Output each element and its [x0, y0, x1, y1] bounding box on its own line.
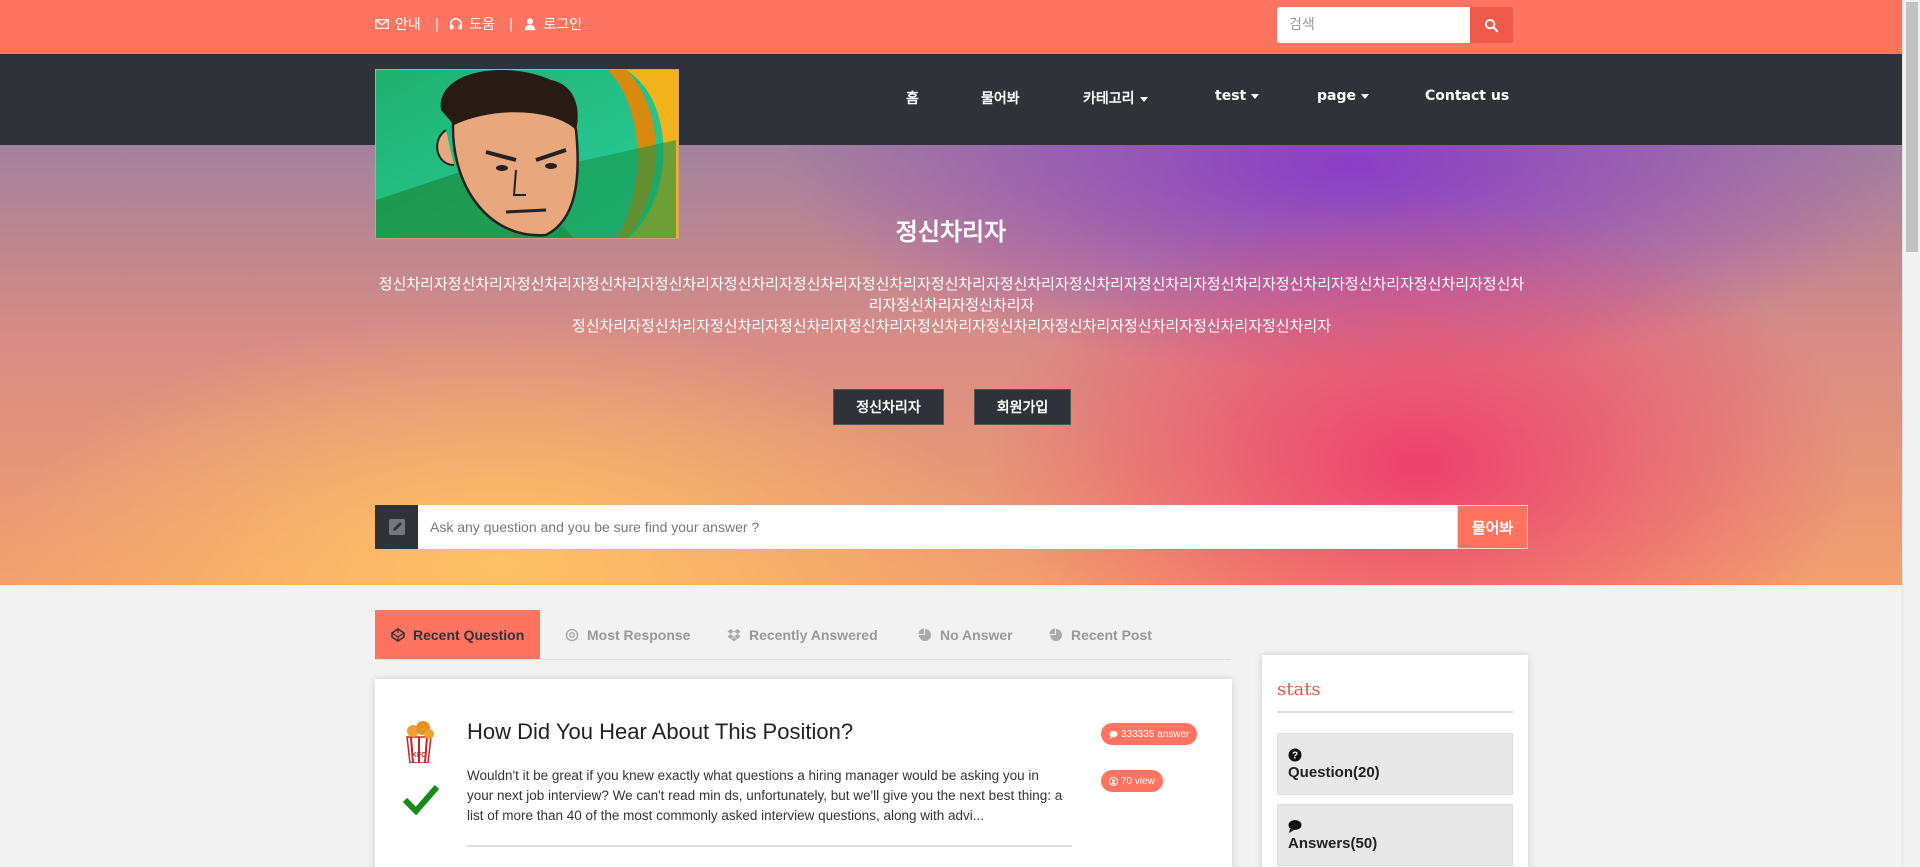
top-link-help-label: 도움: [469, 17, 495, 33]
page-scrollbar[interactable]: [1902, 0, 1920, 867]
nav-item-label: 카테고리: [1083, 91, 1135, 107]
hero-description-line: 정신차리자정신차리자정신차리자정신차리자정신차리자정신차리자정신차리자정신차리자…: [571, 317, 1331, 335]
question-tabs: Recent Question Most Response Recently A…: [375, 610, 1231, 660]
caret-down-icon: [1251, 93, 1260, 99]
ask-submit-button[interactable]: 물어봐: [1457, 505, 1528, 549]
nav-item-label: Contact us: [1425, 88, 1510, 104]
svg-text:?: ?: [1292, 751, 1298, 762]
comment-icon: [1109, 730, 1118, 739]
comment-icon: [1288, 820, 1302, 833]
tab-recently-answered[interactable]: Recently Answered: [727, 610, 878, 659]
edit-icon: [375, 505, 418, 549]
pie-chart-icon: [918, 628, 931, 641]
caret-down-icon: [1139, 96, 1148, 102]
nav-item-label: page: [1317, 88, 1356, 104]
search-icon: [1484, 18, 1499, 32]
tab-recent-post[interactable]: Recent Post: [1049, 610, 1152, 659]
search-button[interactable]: [1470, 7, 1513, 43]
top-link-help[interactable]: 도움: [449, 14, 495, 34]
signup-button[interactable]: 회원가입: [974, 389, 1071, 425]
user-icon: [525, 18, 536, 31]
badge-label: 70 view: [1121, 775, 1155, 787]
top-bar: 안내 | 도움 | 로그인: [0, 0, 1902, 54]
user-circle-icon: [1109, 776, 1118, 786]
nav-item-page[interactable]: page: [1317, 88, 1369, 104]
nav-item-label: 물어봐: [981, 91, 1020, 107]
hero-description-line: 정신차리자정신차리자정신차리자정신차리자정신차리자정신차리자정신차리자정신차리자…: [378, 275, 1525, 314]
hero-section: 정신차리자 정신차리자정신차리자정신차리자정신차리자정신차리자정신차리자정신차리…: [0, 145, 1902, 585]
stat-label: Question(20): [1288, 764, 1380, 781]
ask-question-input[interactable]: [418, 505, 1457, 549]
tab-label: Recent Question: [413, 626, 525, 643]
headphones-icon: [450, 18, 463, 30]
hero-description: 정신차리자정신차리자정신차리자정신차리자정신차리자정신차리자정신차리자정신차리자…: [375, 274, 1528, 337]
stat-label: Answers(50): [1288, 835, 1378, 852]
avatar[interactable]: KFC: [401, 719, 437, 764]
divider: [467, 845, 1072, 847]
caret-down-icon: [1361, 93, 1369, 99]
top-search: [1277, 7, 1513, 43]
hero-primary-button[interactable]: 정신차리자: [833, 389, 944, 425]
nav-item-test[interactable]: test: [1215, 88, 1260, 104]
pie-chart-icon: [1049, 628, 1062, 641]
top-link-login[interactable]: 로그인: [523, 14, 582, 34]
hero-title: 정신차리자: [895, 218, 1007, 246]
tab-most-response[interactable]: Most Response: [565, 610, 690, 659]
svg-text:KFC: KFC: [412, 752, 426, 759]
question-circle-icon: ?: [1288, 748, 1302, 762]
search-input[interactable]: [1277, 7, 1470, 43]
codepen-icon: [391, 627, 405, 642]
tab-label: Recent Post: [1071, 626, 1152, 643]
stats-widget: stats ? Question(20) Answers(50): [1262, 655, 1528, 867]
question-title[interactable]: How Did You Hear About This Position?: [467, 719, 853, 745]
tab-label: No Answer: [940, 626, 1013, 643]
stat-answers[interactable]: Answers(50): [1277, 804, 1513, 866]
life-ring-icon: [565, 628, 579, 641]
question-card: KFC How Did You Hear About This Position…: [375, 679, 1232, 867]
separator: |: [508, 16, 514, 32]
top-link-info[interactable]: 안내: [375, 14, 421, 34]
solved-check-icon: [402, 783, 440, 816]
ask-question-bar: 물어봐: [375, 505, 1528, 549]
badge-label: 333335 answer: [1121, 728, 1190, 740]
nav-item-ask[interactable]: 물어봐: [981, 88, 1020, 108]
nav-item-label: test: [1215, 88, 1247, 104]
stat-questions[interactable]: ? Question(20): [1277, 733, 1513, 795]
stats-title: stats: [1277, 679, 1321, 700]
tab-recent-question[interactable]: Recent Question: [375, 610, 541, 659]
top-link-info-label: 안내: [395, 17, 421, 33]
question-excerpt: Wouldn't it be great if you knew exactly…: [467, 768, 1063, 823]
nav-item-label: 홈: [906, 91, 919, 107]
logo-image: [376, 70, 678, 238]
separator: |: [434, 16, 440, 32]
view-count-badge: 70 view: [1101, 770, 1163, 792]
tab-no-answer[interactable]: No Answer: [918, 610, 1013, 659]
tab-label: Recently Answered: [749, 626, 878, 643]
divider: [1277, 711, 1513, 713]
top-links: 안내 | 도움 | 로그인: [375, 14, 582, 34]
tab-label: Most Response: [587, 626, 691, 643]
top-link-login-label: 로그인: [543, 17, 582, 33]
envelope-icon: [375, 18, 389, 30]
answer-count-badge[interactable]: 333335 answer: [1101, 723, 1198, 745]
dropbox-icon: [727, 628, 741, 641]
nav-item-contact[interactable]: Contact us: [1425, 88, 1509, 104]
nav-item-category[interactable]: 카테고리: [1083, 88, 1148, 108]
nav-item-home[interactable]: 홈: [906, 88, 919, 108]
scrollbar-thumb[interactable]: [1906, 2, 1918, 252]
site-logo[interactable]: [375, 69, 679, 239]
main-navbar: 홈 물어봐 카테고리 test page Contact us: [0, 54, 1902, 145]
